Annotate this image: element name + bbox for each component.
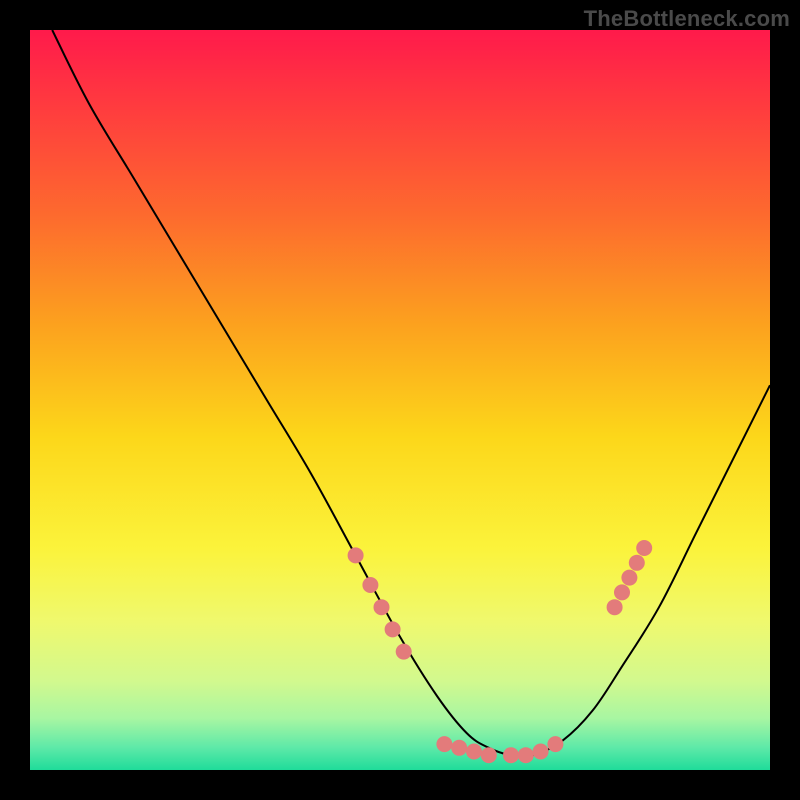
curve-marker xyxy=(348,547,364,563)
curve-marker xyxy=(466,744,482,760)
chart-svg xyxy=(30,30,770,770)
curve-marker xyxy=(636,540,652,556)
curve-marker xyxy=(607,599,623,615)
curve-marker xyxy=(503,747,519,763)
curve-marker xyxy=(362,577,378,593)
curve-marker xyxy=(533,744,549,760)
curve-marker xyxy=(547,736,563,752)
curve-marker xyxy=(385,621,401,637)
curve-marker xyxy=(629,555,645,571)
curve-marker xyxy=(518,747,534,763)
gradient-background xyxy=(30,30,770,770)
curve-marker xyxy=(451,740,467,756)
plot-area xyxy=(30,30,770,770)
curve-marker xyxy=(614,584,630,600)
watermark-text: TheBottleneck.com xyxy=(584,6,790,32)
curve-marker xyxy=(374,599,390,615)
curve-marker xyxy=(396,644,412,660)
curve-marker xyxy=(436,736,452,752)
curve-marker xyxy=(621,570,637,586)
chart-frame: TheBottleneck.com xyxy=(0,0,800,800)
curve-marker xyxy=(481,747,497,763)
